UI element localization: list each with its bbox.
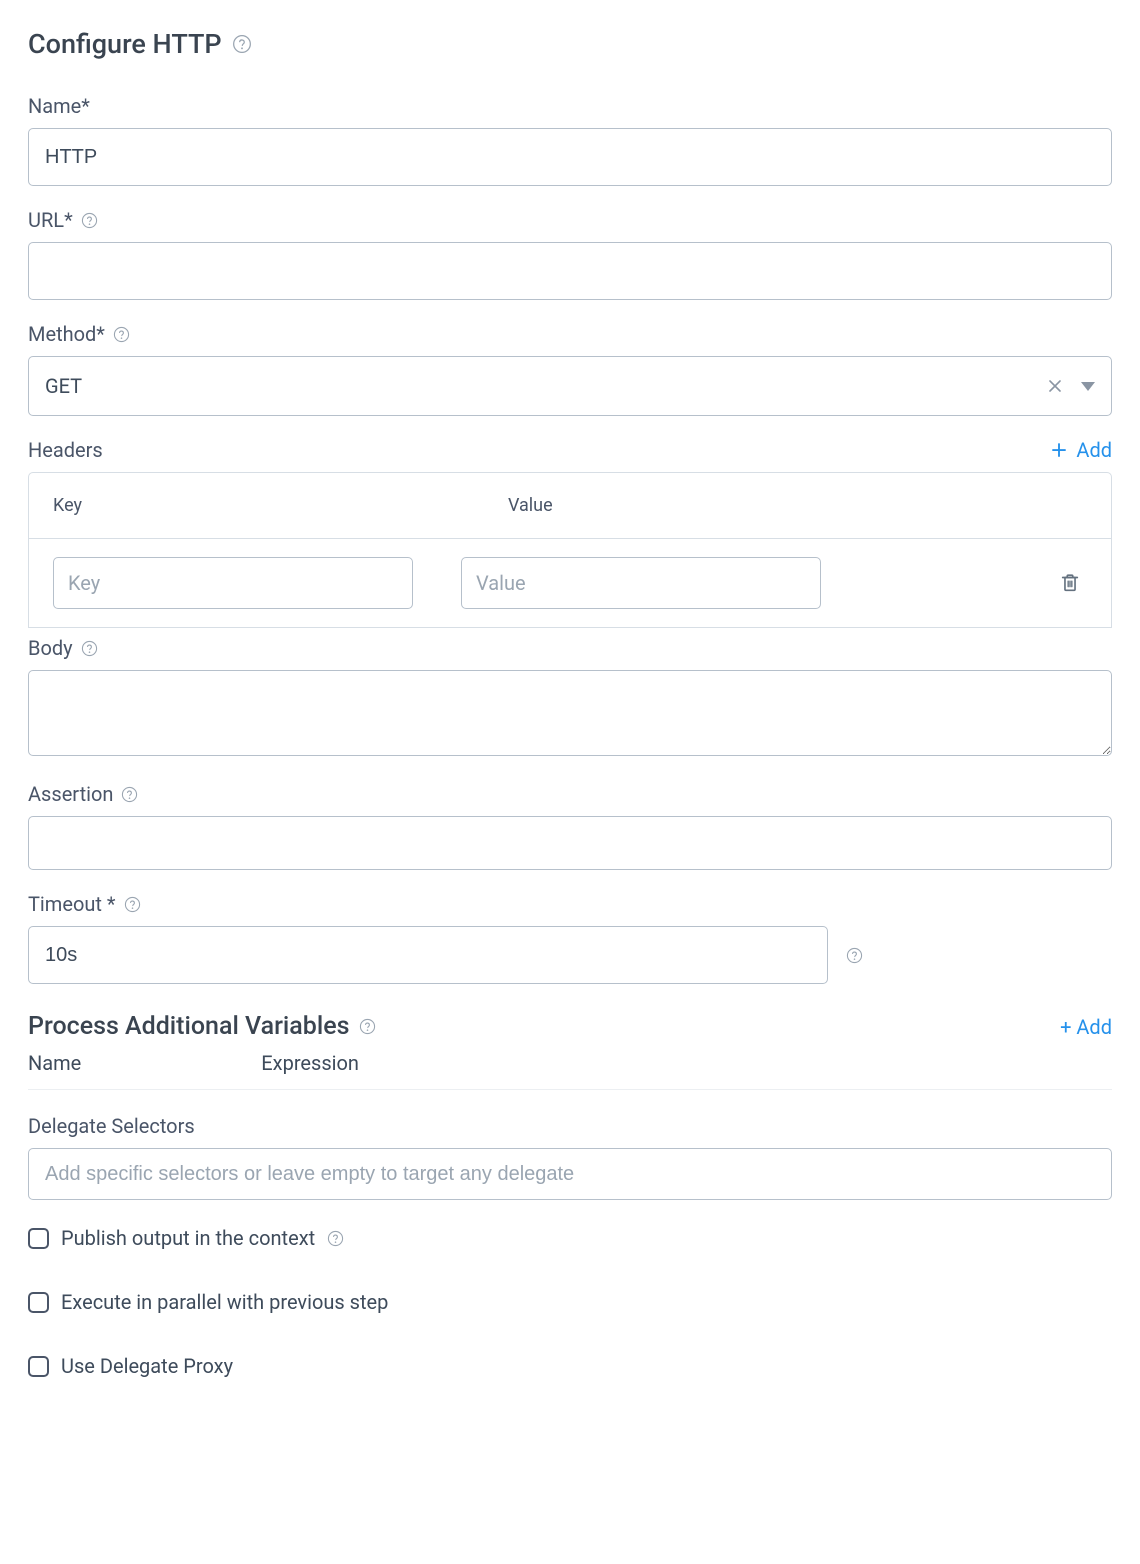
header-value-input[interactable] xyxy=(461,557,821,609)
help-icon[interactable] xyxy=(327,1230,344,1247)
execute-parallel-checkbox[interactable] xyxy=(28,1292,49,1313)
timeout-field: Timeout * xyxy=(28,892,1112,984)
timeout-row xyxy=(28,926,1112,984)
help-icon[interactable] xyxy=(124,896,141,913)
method-label: Method* xyxy=(28,322,1112,346)
headers-label: Headers xyxy=(28,438,103,462)
url-field: URL* xyxy=(28,208,1112,300)
process-vars-columns: Name Expression xyxy=(28,1051,1112,1090)
execute-parallel-label: Execute in parallel with previous step xyxy=(61,1290,388,1314)
delete-header-button[interactable] xyxy=(1053,565,1087,601)
headers-table-head: Key Value xyxy=(29,473,1111,539)
method-value: GET xyxy=(45,374,1047,398)
vars-col-expression: Expression xyxy=(261,1051,359,1075)
help-icon[interactable] xyxy=(81,640,98,657)
method-select[interactable]: GET xyxy=(28,356,1112,416)
vars-col-name: Name xyxy=(28,1051,81,1075)
url-input[interactable] xyxy=(28,242,1112,300)
timeout-input[interactable] xyxy=(28,926,828,984)
execute-parallel-checkbox-row[interactable]: Execute in parallel with previous step xyxy=(28,1290,1112,1314)
header-key-input[interactable] xyxy=(53,557,413,609)
help-icon[interactable] xyxy=(232,34,252,54)
use-delegate-proxy-checkbox[interactable] xyxy=(28,1356,49,1377)
table-row xyxy=(29,539,1111,627)
body-textarea[interactable] xyxy=(28,670,1112,756)
name-field: Name* xyxy=(28,94,1112,186)
use-delegate-proxy-checkbox-row[interactable]: Use Delegate Proxy xyxy=(28,1354,1112,1378)
process-vars-title: Process Additional Variables xyxy=(28,1012,376,1041)
help-icon[interactable] xyxy=(81,212,98,229)
help-icon[interactable] xyxy=(113,326,130,343)
publish-output-checkbox-row[interactable]: Publish output in the context xyxy=(28,1226,1112,1250)
delegate-selectors-input[interactable] xyxy=(28,1148,1112,1200)
add-header-button[interactable]: Add xyxy=(1050,438,1112,462)
headers-table: Key Value xyxy=(28,472,1112,628)
help-icon[interactable] xyxy=(359,1018,376,1035)
url-label: URL* xyxy=(28,208,1112,232)
name-label: Name* xyxy=(28,94,1112,118)
method-field: Method* GET xyxy=(28,322,1112,416)
body-field: Body xyxy=(28,636,1112,760)
body-label: Body xyxy=(28,636,1112,660)
help-icon[interactable] xyxy=(121,786,138,803)
close-icon[interactable] xyxy=(1047,378,1063,394)
help-icon[interactable] xyxy=(846,947,863,964)
assertion-label: Assertion xyxy=(28,782,1112,806)
assertion-input[interactable] xyxy=(28,816,1112,870)
process-vars-header: Process Additional Variables + Add xyxy=(28,1012,1112,1041)
delegate-selectors-label: Delegate Selectors xyxy=(28,1114,1112,1138)
page-title-text: Configure HTTP xyxy=(28,28,222,60)
trash-icon xyxy=(1059,571,1081,595)
page-title: Configure HTTP xyxy=(28,28,1112,60)
headers-col-value: Value xyxy=(508,495,963,516)
publish-output-checkbox[interactable] xyxy=(28,1228,49,1249)
plus-icon xyxy=(1050,441,1068,459)
headers-field: Headers Add Key Value xyxy=(28,438,1112,628)
publish-output-label: Publish output in the context xyxy=(61,1226,315,1250)
headers-col-key: Key xyxy=(53,495,508,516)
use-delegate-proxy-label: Use Delegate Proxy xyxy=(61,1354,233,1378)
delegate-selectors-field: Delegate Selectors xyxy=(28,1114,1112,1200)
add-variable-button[interactable]: + Add xyxy=(1060,1015,1112,1039)
timeout-label: Timeout * xyxy=(28,892,1112,916)
assertion-field: Assertion xyxy=(28,782,1112,870)
name-input[interactable] xyxy=(28,128,1112,186)
chevron-down-icon[interactable] xyxy=(1081,382,1095,391)
